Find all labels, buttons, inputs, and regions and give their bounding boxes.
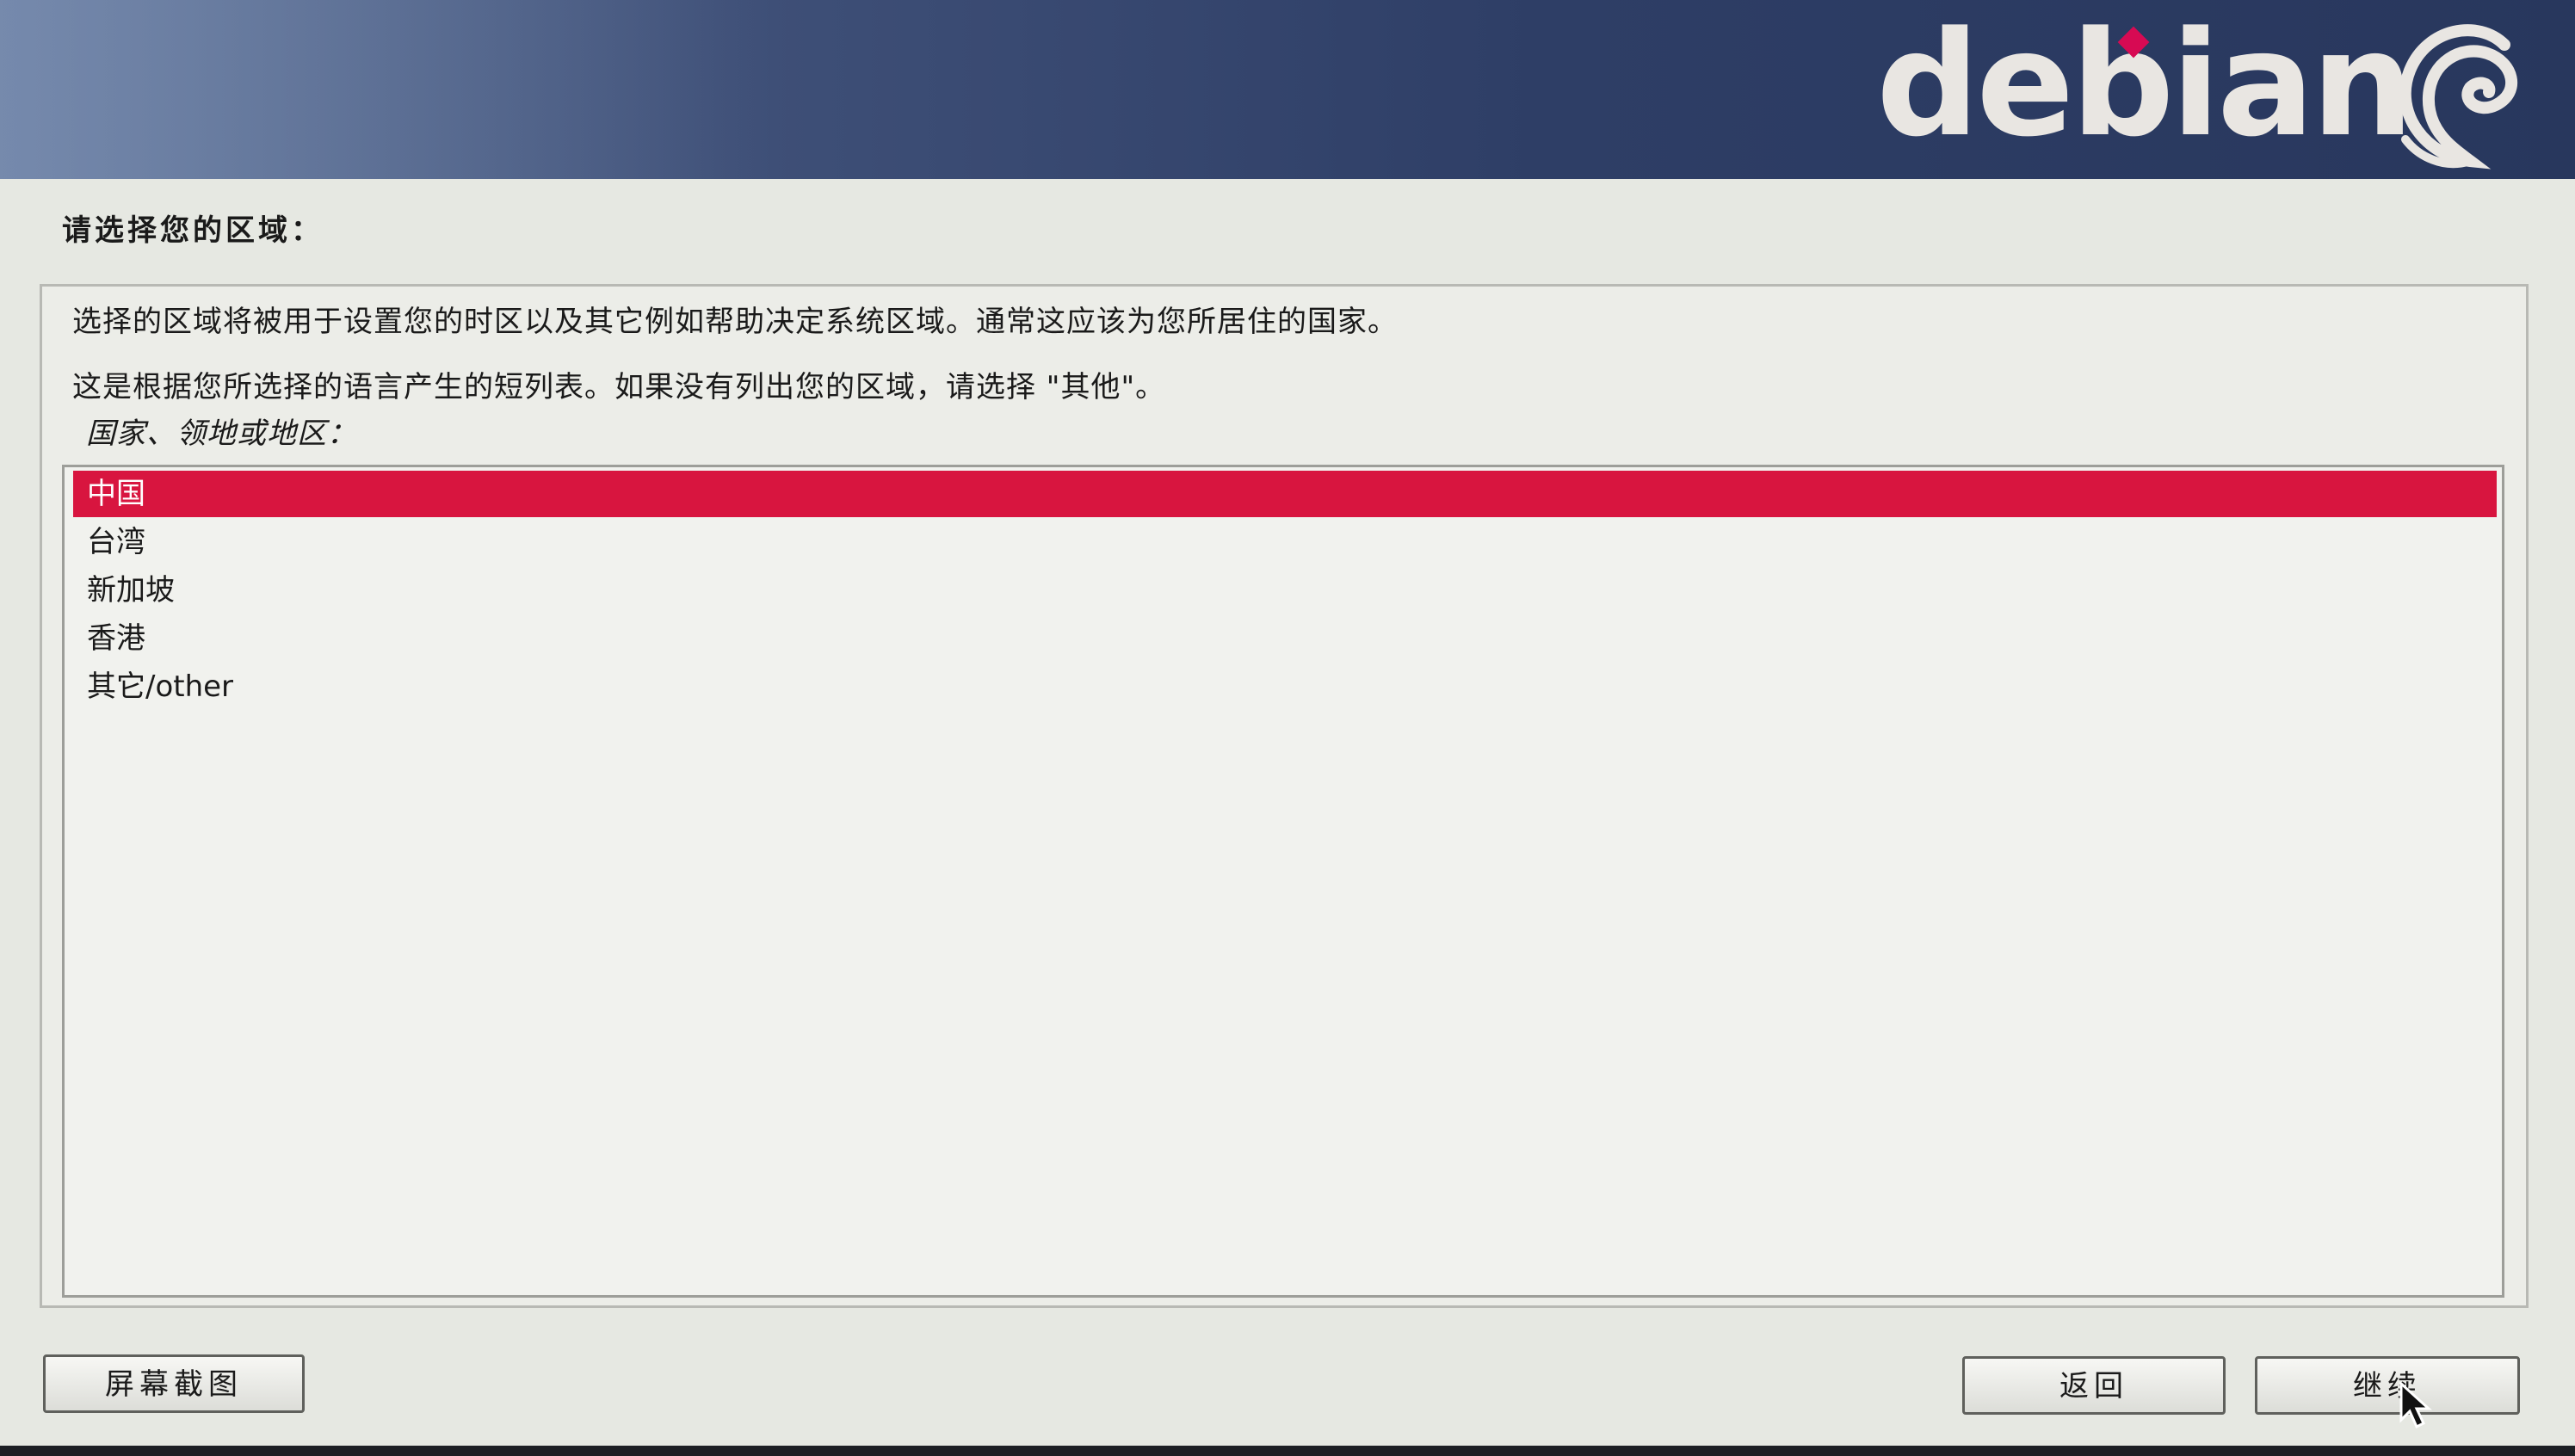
continue-button[interactable]: 继续 xyxy=(2255,1356,2520,1415)
list-item-singapore[interactable]: 新加坡 xyxy=(73,567,2497,614)
list-item-taiwan[interactable]: 台湾 xyxy=(73,519,2497,565)
debian-swirl-icon xyxy=(2399,24,2517,170)
list-item-other[interactable]: 其它/other xyxy=(73,663,2497,710)
back-button[interactable]: 返回 xyxy=(1962,1356,2226,1415)
debian-banner: debian xyxy=(0,0,2575,179)
mouse-cursor-icon xyxy=(2399,1382,2432,1429)
debian-logo-text: debian xyxy=(1876,0,2414,169)
screenshot-button[interactable]: 屏幕截图 xyxy=(43,1354,305,1413)
region-field-label: 国家、领地或地区： xyxy=(86,416,357,451)
banner-gradient xyxy=(0,0,775,179)
list-item-hong-kong[interactable]: 香港 xyxy=(73,615,2497,662)
installer-screen: debian 请选择您的区域： 选择的区域将被用于设置您的时区以及其它例如帮助决… xyxy=(0,0,2575,1456)
region-listbox[interactable]: 中国 台湾 新加坡 香港 其它/other xyxy=(62,465,2504,1298)
page-title: 请选择您的区域： xyxy=(62,213,324,248)
screen-bottom-edge xyxy=(0,1446,2575,1456)
description-line-2: 这是根据您所选择的语言产生的短列表。如果没有列出您的区域，请选择 "其他"。 xyxy=(72,370,1166,404)
list-item-china[interactable]: 中国 xyxy=(73,471,2497,517)
description-line-1: 选择的区域将被用于设置您的时区以及其它例如帮助决定系统区域。通常这应该为您所居住… xyxy=(72,305,1398,339)
